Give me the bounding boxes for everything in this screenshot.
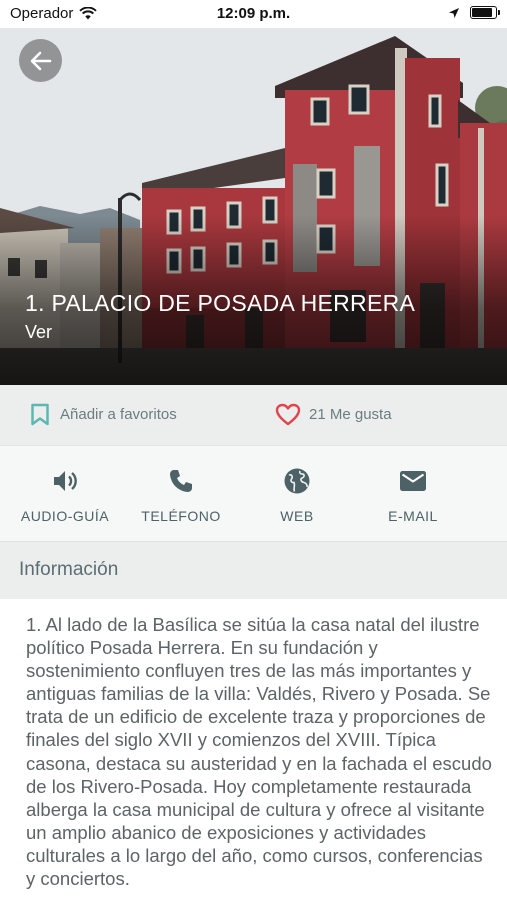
mail-icon bbox=[400, 471, 426, 491]
status-right-group bbox=[448, 6, 500, 19]
status-bar: Operador 12:09 p.m. bbox=[0, 0, 507, 28]
web-button[interactable]: WEB bbox=[242, 466, 352, 524]
phone-icon bbox=[170, 470, 192, 492]
add-favorite-label: Añadir a favoritos bbox=[60, 406, 177, 423]
email-label: E-MAIL bbox=[388, 508, 438, 524]
globe-icon bbox=[284, 468, 310, 494]
likes-count: 21 Me gusta bbox=[309, 406, 392, 423]
audio-guide-button[interactable]: AUDIO-GUÍA bbox=[10, 466, 120, 524]
like-button[interactable]: 21 Me gusta bbox=[275, 403, 392, 426]
info-section-header: Información bbox=[0, 541, 507, 599]
back-button[interactable] bbox=[19, 39, 62, 82]
email-button[interactable]: E-MAIL bbox=[358, 466, 468, 524]
status-time: 12:09 p.m. bbox=[216, 5, 291, 22]
arrow-left-icon bbox=[30, 51, 51, 70]
location-arrow-icon bbox=[449, 7, 459, 18]
info-description: 1. Al lado de la Basílica se sitúa la ca… bbox=[26, 614, 492, 890]
hero-image: 1. PALACIO DE POSADA HERRERA Ver bbox=[0, 28, 507, 385]
view-link[interactable]: Ver bbox=[25, 322, 52, 343]
contact-bar: AUDIO-GUÍA TELÉFONO WEB E-MAIL bbox=[0, 445, 507, 541]
phone-label: TELÉFONO bbox=[141, 508, 221, 524]
audio-guide-label: AUDIO-GUÍA bbox=[20, 508, 110, 524]
phone-button[interactable]: TELÉFONO bbox=[126, 466, 236, 524]
heart-icon bbox=[275, 403, 301, 426]
actions-bar: Añadir a favoritos 21 Me gusta bbox=[0, 385, 507, 445]
place-title: 1. PALACIO DE POSADA HERRERA bbox=[25, 290, 416, 316]
bookmark-icon bbox=[31, 403, 49, 426]
speaker-icon bbox=[54, 471, 77, 491]
info-header-label: Información bbox=[19, 559, 119, 580]
battery-icon bbox=[470, 6, 500, 19]
web-label: WEB bbox=[280, 508, 314, 524]
add-favorite-button[interactable]: Añadir a favoritos bbox=[30, 403, 177, 426]
